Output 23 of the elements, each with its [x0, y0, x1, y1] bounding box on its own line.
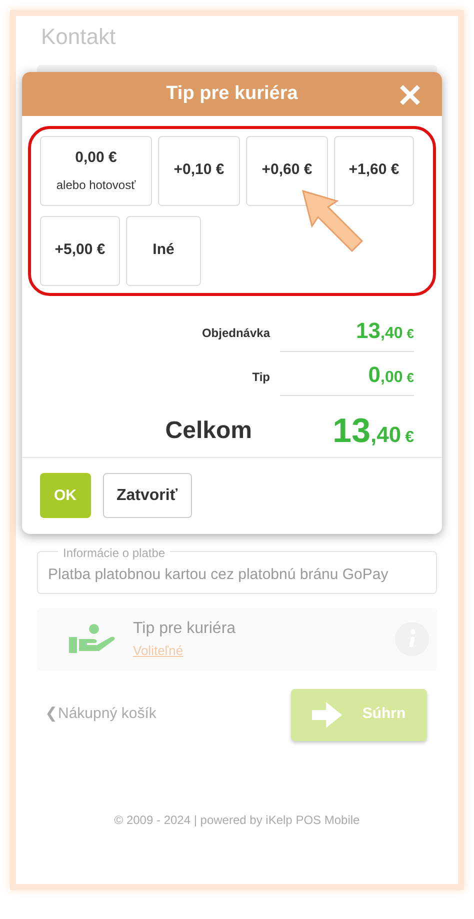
close-icon[interactable]	[400, 85, 420, 105]
dialog-title: Tip pre kuriéra	[166, 82, 298, 106]
tip-option-button[interactable]: +0,10 €	[158, 136, 240, 206]
tip-card-title: Tip pre kuriéra	[133, 619, 236, 640]
total-amount: 13,40 €	[280, 314, 414, 352]
pointer-arrow-icon	[301, 188, 365, 255]
footer-text: © 2009 - 2024 | powered by iKelp POS Mobile	[113, 812, 361, 828]
tip-option-note: alebo hotovosť	[56, 176, 136, 194]
payment-value: Platba platobnou kartou cez platobnú bránu GoPay	[48, 565, 390, 585]
tip-option-button[interactable]: Iné	[126, 216, 201, 286]
page-heading: Kontakt	[41, 23, 117, 51]
close-button[interactable]: Zatvoriť	[102, 473, 192, 518]
total-amount: 13,40 €	[332, 410, 414, 452]
tip-option-button[interactable]: +1,60 €	[334, 136, 414, 206]
tip-option-button[interactable]: +5,00 €	[40, 216, 120, 286]
total-label: Tip	[252, 368, 271, 386]
total-label: Celkom	[165, 416, 253, 446]
total-amount: 0,00 €	[280, 358, 414, 396]
arrow-right-icon	[312, 702, 342, 728]
hand-coin-icon	[67, 623, 115, 655]
total-label: Objednávka	[202, 324, 272, 342]
tip-option-button[interactable]: +0,60 €	[246, 136, 328, 206]
tip-option-button[interactable]: 0,00 € alebo hotovosť	[40, 136, 152, 206]
